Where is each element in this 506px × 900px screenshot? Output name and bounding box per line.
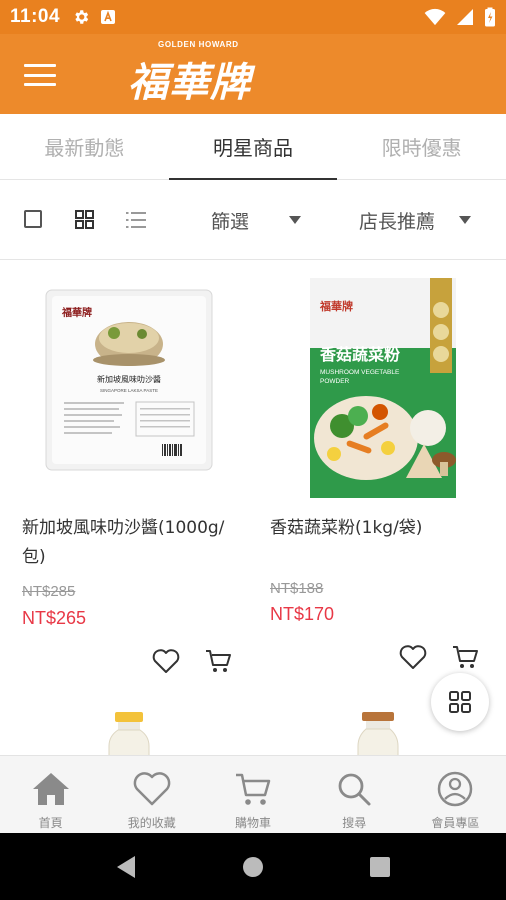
home-circle-icon[interactable]: [242, 855, 264, 879]
a-icon: [101, 10, 116, 24]
category-tabs: 最新動態 明星商品 限時優惠: [0, 114, 506, 180]
product-image-laksa-paste[interactable]: 福華牌 新加坡風味叻沙醬 SINGAPORE LAKSA PASTE: [44, 278, 214, 498]
cart-icon[interactable]: [451, 644, 479, 670]
filter-dropdown[interactable]: 篩選: [211, 204, 302, 236]
product-grid: 福華牌 新加坡風味叻沙醬 SINGAPORE LAKSA PASTE 新加坡風味…: [0, 260, 506, 755]
sort-dropdown[interactable]: 店長推薦: [359, 204, 472, 236]
status-time: 11:04: [10, 6, 61, 27]
app-header: GOLDEN HOWARD 福華牌: [0, 34, 506, 114]
search-icon: [338, 773, 371, 806]
logo-title: 福華牌: [128, 59, 251, 106]
heart-icon[interactable]: [152, 648, 180, 674]
cart-icon[interactable]: [204, 648, 232, 674]
logo-subtitle: GOLDEN HOWARD: [158, 40, 239, 49]
nav-member[interactable]: 會員專區: [405, 756, 506, 833]
status-bar: 11:04: [0, 0, 506, 34]
package-title: 香菇蔬菜粉: [319, 345, 400, 364]
product-name[interactable]: 香菇蔬菜粉(1kg/袋): [270, 514, 490, 543]
nav-cart-label: 購物車: [235, 816, 272, 830]
nav-search-label: 搜尋: [342, 816, 367, 830]
recents-icon[interactable]: [369, 855, 391, 879]
chevron-down-icon: [459, 216, 472, 224]
category-menu-button[interactable]: [431, 673, 489, 731]
package-subtitle: SINGAPORE LAKSA PASTE: [100, 388, 158, 393]
tab-latest-news[interactable]: 最新動態: [0, 114, 169, 179]
package-brand: 福華牌: [319, 299, 353, 313]
package-title: 新加坡風味叻沙醬: [97, 374, 161, 384]
package-subtitle-line1: MUSHROOM VEGETABLE: [320, 369, 400, 376]
filter-label: 篩選: [211, 210, 250, 233]
tab-limited-offers[interactable]: 限時優惠: [337, 114, 506, 179]
product-card[interactable]: 福華牌 新加坡風味叻沙醬 SINGAPORE LAKSA PASTE 新加坡風味…: [0, 260, 253, 700]
heart-icon[interactable]: [399, 644, 427, 670]
package-subtitle-line2: POWDER: [320, 378, 350, 385]
chevron-down-icon: [289, 216, 302, 224]
nav-home[interactable]: 首頁: [0, 756, 101, 833]
product-image-mushroom-powder[interactable]: 福華牌 香菇蔬菜粉 MUSHROOM VEGETABLE POWDER: [306, 278, 476, 498]
nav-search[interactable]: 搜尋: [304, 756, 405, 833]
system-nav-bar: [0, 833, 506, 900]
package-brand: 福華牌: [61, 306, 92, 319]
battery-icon: [485, 7, 495, 27]
brand-logo: GOLDEN HOWARD 福華牌: [128, 40, 258, 108]
sale-price: NT$265: [22, 608, 87, 628]
nav-favorites-label: 我的收藏: [127, 816, 176, 830]
back-icon[interactable]: [115, 855, 137, 879]
wifi-icon: [424, 8, 446, 26]
nav-home-label: 首頁: [38, 816, 63, 830]
filter-bar: 篩選 店長推薦: [0, 180, 506, 260]
gear-icon: [75, 10, 89, 24]
nav-favorites[interactable]: 我的收藏: [101, 756, 202, 833]
list-view-icon[interactable]: [126, 211, 146, 229]
original-price: NT$285: [22, 583, 76, 600]
sort-label: 店長推薦: [359, 210, 436, 233]
product-card[interactable]: 福華牌 香菇蔬菜粉 MUSHROOM VEGETABLE POWDER 香菇蔬菜…: [253, 260, 506, 700]
cart-icon: [236, 773, 271, 805]
nav-member-label: 會員專區: [431, 816, 480, 830]
signal-icon: [457, 9, 473, 25]
heart-icon: [133, 772, 171, 806]
grid-icon: [449, 691, 471, 713]
tab-star-products[interactable]: 明星商品: [168, 114, 338, 180]
product-image-bottle[interactable]: [107, 712, 151, 755]
original-price: NT$188: [270, 580, 324, 597]
nav-cart[interactable]: 購物車: [202, 756, 303, 833]
home-icon: [32, 773, 69, 805]
hamburger-icon[interactable]: [22, 60, 58, 90]
sale-price: NT$170: [270, 604, 335, 624]
bottom-nav: 首頁 我的收藏 購物車 搜尋 會員專區: [0, 755, 506, 833]
product-image-bottle[interactable]: [356, 712, 400, 755]
grid-view-icon[interactable]: [75, 210, 94, 229]
user-icon: [438, 771, 473, 807]
product-name[interactable]: 新加坡風味叻沙醬(1000g/包): [22, 514, 242, 572]
select-all-checkbox[interactable]: [24, 210, 42, 228]
